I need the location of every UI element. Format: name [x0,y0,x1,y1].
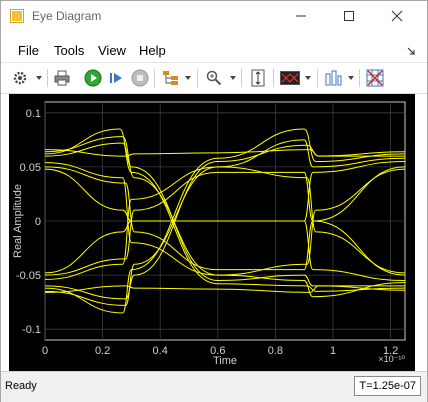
separator [241,69,242,87]
separator [317,69,318,87]
zoom-dropdown-icon[interactable] [230,76,236,80]
menu-file[interactable]: File [18,43,39,58]
x-tick-label: 0 [42,345,48,357]
y-tick-label: 0.05 [20,162,41,174]
grid-toggle-icon [366,69,384,87]
signal-hierarchy-icon [163,71,178,85]
window-title: Eye Diagram [32,9,102,23]
stop-button[interactable] [130,68,150,88]
separator [273,69,274,87]
stop-icon [131,69,149,87]
measurement-icon [280,71,300,85]
step-forward-button[interactable] [106,68,126,88]
toolbar [1,62,427,94]
minimize-icon [296,15,306,17]
x-tick-label: 0.2 [95,345,110,357]
plot-area: -0.1 -0.05 0 0.05 0.1 0 0.2 0.4 0.6 0.8 1 1.2 Time… [9,94,415,371]
x-axis-label: Time [213,355,237,367]
signal-dropdown-icon[interactable] [185,76,191,80]
y-tick-label: 0.1 [26,108,41,120]
histogram-dropdown-icon[interactable] [348,76,354,80]
menu-help[interactable]: Help [139,43,166,58]
separator [359,69,360,87]
x-axis-multiplier: ×10⁻¹⁰ [378,354,405,364]
close-icon [391,10,403,22]
x-tick-label: 1 [330,345,336,357]
status-text: Ready [5,380,37,392]
status-bar: Ready T=1.25e-07 [1,371,427,402]
simulation-time: T=1.25e-07 [354,376,421,396]
settings-button[interactable] [10,68,30,88]
y-tick-label: 0 [35,216,41,228]
y-tick-label: -0.1 [22,324,41,336]
separator [47,69,48,87]
signal-hierarchy-button[interactable] [161,68,181,88]
eye-diagram-chart: -0.1-0.0500.050.1 0 0.2 0.4 0.6 0.8 1 1.2 Time… [12,101,406,367]
histogram-button[interactable] [323,68,343,88]
settings-dropdown-icon[interactable] [36,76,42,80]
close-button[interactable] [379,5,415,27]
menu-view[interactable]: View [98,43,126,58]
run-button[interactable] [83,68,103,88]
grid-toggle-button[interactable] [365,68,385,88]
menu-bar: File Tools View Help [1,38,427,60]
step-forward-icon [110,73,122,83]
separator [197,69,198,87]
print-button[interactable] [52,68,72,88]
zoom-icon [206,70,222,86]
measurement-button[interactable] [280,68,300,88]
y-axis-label: Real Amplitude [12,184,24,258]
minimize-button[interactable] [283,5,319,27]
print-icon [54,70,70,86]
title-bar: Eye Diagram [1,1,427,31]
zoom-button[interactable] [204,68,224,88]
maximize-button[interactable] [331,5,367,27]
maximize-icon [344,11,354,21]
scale-axes-button[interactable] [248,68,268,88]
scope-window: Eye Diagram File Tools View Help -0.1 -0… [0,0,428,402]
x-tick-label: 0.8 [268,345,283,357]
separator [154,69,155,87]
y-tick-label: -0.05 [16,270,41,282]
dock-arrow-icon[interactable] [407,47,415,55]
histogram-icon [325,70,342,86]
x-tick-label: 0.4 [153,345,168,357]
scope-app-icon [10,9,24,23]
settings-icon [13,71,27,85]
measurement-dropdown-icon[interactable] [305,76,311,80]
run-icon [84,69,102,87]
menu-tools[interactable]: Tools [54,43,84,58]
scale-axes-icon [251,69,265,87]
